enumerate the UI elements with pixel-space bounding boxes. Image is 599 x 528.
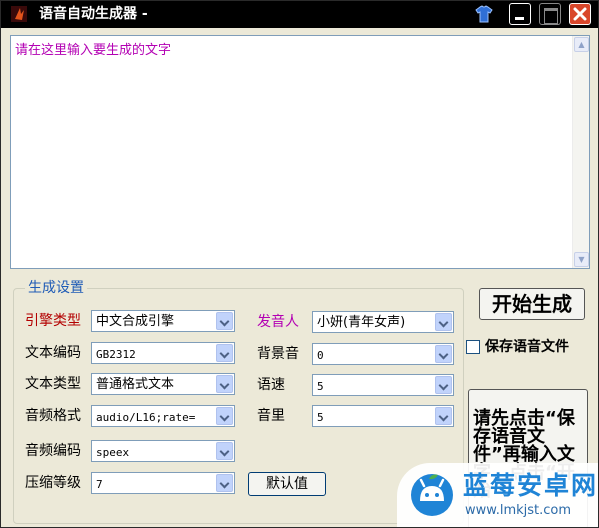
watermark-url: www.lmkjst.com (465, 503, 572, 518)
text-encoding-select[interactable]: GB2312 (91, 342, 235, 364)
speaker-select[interactable]: 小妍(青年女声) (312, 311, 454, 333)
chevron-down-icon[interactable] (435, 345, 452, 363)
audio-format-value: audio/L16;rate= (96, 411, 196, 424)
scroll-down-button[interactable]: ▼ (574, 252, 589, 267)
chevron-down-icon[interactable] (216, 375, 233, 393)
text-type-label: 文本类型 (25, 376, 81, 392)
compression-level-label: 压缩等级 (25, 475, 81, 491)
chevron-down-icon[interactable] (216, 442, 233, 460)
audio-encoding-label: 音频编码 (25, 443, 81, 459)
audio-encoding-select[interactable]: speex (91, 440, 235, 462)
speed-value: 5 (317, 380, 324, 393)
app-window: 语音自动生成器 - ▲ ▼ 生成设置 引擎类型 中文合成引擎 文本编码 GB23… (0, 0, 599, 528)
save-audio-checkbox[interactable] (466, 340, 480, 354)
volume-select[interactable]: 5 (312, 405, 454, 427)
audio-format-label: 音频格式 (25, 408, 81, 424)
close-icon (573, 7, 587, 21)
default-values-button[interactable]: 默认值 (248, 472, 326, 496)
speed-label: 语速 (257, 377, 285, 393)
text-encoding-label: 文本编码 (25, 345, 81, 361)
settings-group-legend: 生成设置 (25, 279, 87, 297)
chevron-down-icon[interactable] (216, 407, 233, 425)
watermark-name: 蓝莓安卓网 (463, 471, 599, 500)
engine-type-select[interactable]: 中文合成引擎 (91, 310, 235, 332)
volume-label: 音里 (257, 408, 285, 424)
window-title: 语音自动生成器 - (39, 6, 148, 22)
chevron-down-icon[interactable] (216, 474, 233, 492)
background-sound-label: 背景音 (257, 346, 299, 362)
start-generate-button[interactable]: 开始生成 (479, 288, 585, 320)
vertical-scrollbar[interactable]: ▲ ▼ (572, 36, 589, 268)
watermark: 蓝莓安卓网 www.lmkjst.com (397, 463, 599, 527)
speed-select[interactable]: 5 (312, 374, 454, 396)
compression-level-value: 7 (96, 478, 103, 491)
background-sound-value: 0 (317, 349, 324, 362)
chevron-down-icon[interactable] (216, 344, 233, 362)
audio-format-select[interactable]: audio/L16;rate= (91, 405, 235, 427)
speaker-value: 小妍(青年女声) (317, 315, 406, 330)
chevron-down-icon[interactable] (435, 376, 452, 394)
text-encoding-value: GB2312 (96, 348, 136, 361)
compression-level-select[interactable]: 7 (91, 472, 235, 494)
save-audio-label[interactable]: 保存语音文件 (485, 338, 569, 356)
shirt-icon[interactable] (475, 5, 493, 23)
maximize-button[interactable] (539, 3, 561, 25)
watermark-logo (411, 474, 453, 516)
text-input[interactable] (11, 36, 572, 268)
engine-type-label: 引擎类型 (25, 313, 81, 329)
volume-value: 5 (317, 411, 324, 424)
engine-type-value: 中文合成引擎 (96, 314, 175, 329)
chevron-down-icon[interactable] (216, 312, 233, 330)
close-button[interactable] (569, 3, 591, 25)
minimize-button[interactable] (509, 3, 531, 25)
chevron-down-icon[interactable] (435, 313, 452, 331)
text-type-select[interactable]: 普通格式文本 (91, 373, 235, 395)
text-editor: ▲ ▼ (10, 35, 590, 269)
app-icon (11, 6, 27, 22)
scroll-up-button[interactable]: ▲ (574, 37, 589, 52)
text-type-value: 普通格式文本 (96, 377, 175, 392)
speaker-label: 发音人 (257, 314, 299, 330)
audio-encoding-value: speex (96, 446, 130, 459)
background-sound-select[interactable]: 0 (312, 343, 454, 365)
chevron-down-icon[interactable] (435, 407, 452, 425)
title-bar: 语音自动生成器 - (1, 1, 598, 28)
